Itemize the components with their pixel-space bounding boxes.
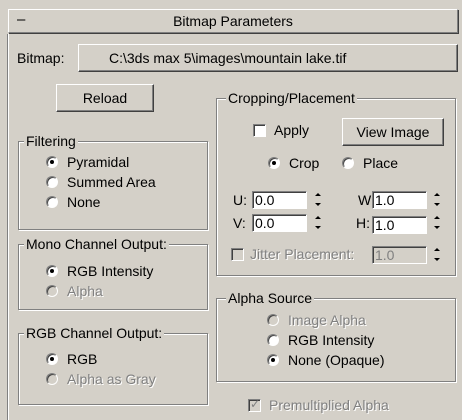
alpha-source-group-title: Alpha Source [226,290,315,306]
mono-output-options: RGB Intensity Alpha [46,261,153,301]
apply-label: Apply [274,122,310,138]
mono-option-rgb-intensity[interactable]: RGB Intensity [46,261,153,281]
radio-icon[interactable] [46,196,58,208]
bitmap-path-button[interactable]: C:\3ds max 5\images\mountain lake.tif [78,44,458,72]
u-spinner-arrows[interactable] [312,191,324,209]
w-spinner-field[interactable]: 1.0 [372,191,427,209]
radio-icon[interactable] [46,353,58,365]
rgb-option-alpha-as-gray[interactable]: Alpha as Gray [46,369,156,389]
cropping-group-title: Cropping/Placement [226,90,357,106]
premultiplied-checkbox-row[interactable]: ✓ Premultiplied Alpha [248,397,389,413]
spinner-down-icon[interactable] [431,200,443,209]
option-label: RGB [67,351,98,367]
h-spinner-field[interactable]: 1.0 [372,216,427,234]
u-label: U: [233,192,247,208]
bitmap-label: Bitmap: [17,50,65,66]
filter-option-summed-area[interactable]: Summed Area [46,172,156,192]
crop-label: Crop [289,155,320,171]
view-image-button[interactable]: View Image [342,118,444,146]
option-label: None [67,194,101,210]
v-label: V: [233,215,246,231]
radio-icon[interactable] [46,265,58,277]
rgb-output-options: RGB Alpha as Gray [46,349,156,389]
option-label: Alpha as Gray [67,371,156,387]
alpha-option-image-alpha[interactable]: Image Alpha [267,310,385,330]
v-spinner-arrows[interactable] [312,214,324,232]
alpha-option-none-opaque[interactable]: None (Opaque) [267,350,385,370]
rgb-option-rgb[interactable]: RGB [46,349,156,369]
v-spinner-field[interactable]: 0.0 [252,214,307,232]
panel-edge-highlight [8,34,9,420]
radio-icon[interactable] [267,314,279,326]
filtering-options: Pyramidal Summed Area None [46,152,156,212]
spinner-up-icon[interactable] [312,214,324,223]
spinner-down-icon[interactable] [312,223,324,232]
alpha-source-options: Image Alpha RGB Intensity None (Opaque) [267,310,385,370]
place-radio-row[interactable]: Place [342,155,398,171]
option-label: RGB Intensity [67,263,154,279]
radio-icon[interactable] [46,156,58,168]
option-label: RGB Intensity [288,332,375,348]
bitmap-path-text: C:\3ds max 5\images\mountain lake.tif [109,50,347,66]
rollout-title: Bitmap Parameters [173,13,293,29]
premultiplied-checkbox[interactable]: ✓ [248,396,261,412]
option-label: Pyramidal [67,154,130,170]
alpha-option-rgb-intensity[interactable]: RGB Intensity [267,330,385,350]
option-label: Summed Area [67,174,156,190]
rgb-output-group-title: RGB Channel Output: [24,325,165,341]
jitter-spinner-arrows[interactable] [431,246,443,264]
radio-icon[interactable] [267,334,279,346]
w-spinner-arrows[interactable] [431,191,443,209]
filter-option-pyramidal[interactable]: Pyramidal [46,152,156,172]
mono-output-group-title: Mono Channel Output: [24,236,169,252]
spinner-up-icon[interactable] [431,246,443,255]
radio-icon[interactable] [46,176,58,188]
filter-option-none[interactable]: None [46,192,156,212]
spinner-up-icon[interactable] [431,191,443,200]
jitter-checkbox[interactable] [231,247,244,261]
premultiplied-label: Premultiplied Alpha [269,397,389,413]
u-spinner-field[interactable]: 0.0 [252,191,307,209]
filtering-group-title: Filtering [24,133,78,149]
spinner-up-icon[interactable] [431,214,443,223]
apply-checkbox-row[interactable]: Apply [253,122,309,138]
option-label: Image Alpha [288,312,366,328]
radio-icon[interactable] [46,373,58,385]
reload-button[interactable]: Reload [56,84,154,112]
jitter-spinner-field[interactable]: 1.0 [372,246,427,264]
option-label: None (Opaque) [288,352,385,368]
radio-icon[interactable] [268,157,280,169]
radio-icon[interactable] [267,354,279,366]
jitter-checkbox-row[interactable]: Jitter Placement: [231,246,354,262]
h-label: H: [356,215,370,231]
h-spinner-arrows[interactable] [431,214,443,232]
spinner-down-icon[interactable] [312,200,324,209]
spinner-down-icon[interactable] [431,223,443,232]
place-label: Place [363,155,399,171]
radio-icon[interactable] [46,285,58,297]
apply-checkbox[interactable] [253,123,266,137]
rollout-header[interactable]: – Bitmap Parameters [8,9,458,33]
radio-icon[interactable] [342,157,354,169]
mono-option-alpha[interactable]: Alpha [46,281,153,301]
option-label: Alpha [67,283,103,299]
spinner-up-icon[interactable] [312,191,324,200]
check-mark-icon: ✓ [250,396,261,411]
crop-radio-row[interactable]: Crop [268,155,319,171]
spinner-down-icon[interactable] [431,255,443,264]
jitter-label: Jitter Placement: [250,246,355,262]
